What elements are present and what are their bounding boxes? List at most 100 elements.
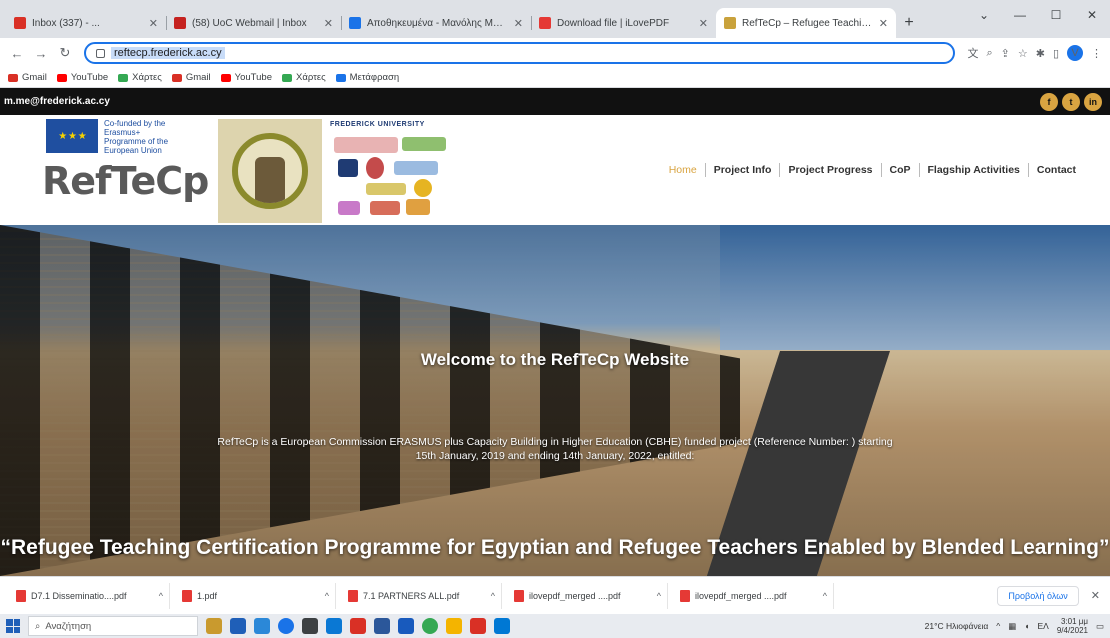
clock-time: 3:01 μμ xyxy=(1060,617,1088,626)
hero-description: RefTeCp is a European Commission ERASMUS… xyxy=(217,436,893,462)
download-filename: ilovepdf_merged ....pdf xyxy=(695,590,787,601)
nav-contact[interactable]: Contact xyxy=(1029,164,1084,176)
ilovepdf-favicon-icon xyxy=(539,17,551,29)
extensions-icon[interactable]: ✱ xyxy=(1036,47,1045,60)
bookmark-youtube[interactable]: YouTube xyxy=(56,72,108,83)
show-all-downloads-button[interactable]: Προβολή όλων xyxy=(997,585,1079,606)
close-tab-icon[interactable]: ✕ xyxy=(149,17,158,30)
bookmark-maps[interactable]: Χάρτες xyxy=(281,72,326,83)
taskbar-app-icon[interactable] xyxy=(494,618,510,634)
chevron-up-icon[interactable]: ^ xyxy=(159,591,163,601)
browser-tab-active[interactable]: RefTeCp – Refugee Teaching Cer... ✕ xyxy=(716,8,896,38)
clock[interactable]: 3:01 μμ 9/4/2021 xyxy=(1057,617,1088,635)
taskbar-app-icon[interactable] xyxy=(206,618,222,634)
edge-icon[interactable] xyxy=(278,618,294,634)
new-tab-button[interactable]: + xyxy=(896,8,922,38)
facebook-icon[interactable]: f xyxy=(1040,92,1058,111)
bookmark-label: Gmail xyxy=(185,72,211,83)
browser-tab[interactable]: Inbox (337) - ... ✕ xyxy=(6,8,166,38)
chevron-up-icon[interactable]: ^ xyxy=(823,591,827,601)
chevron-up-icon[interactable]: ^ xyxy=(325,591,329,601)
linkedin-icon[interactable]: in xyxy=(1084,92,1102,111)
nav-project-progress[interactable]: Project Progress xyxy=(780,164,880,176)
nav-cop[interactable]: CoP xyxy=(882,164,919,176)
address-bar[interactable]: reftecp.frederick.ac.cy xyxy=(84,42,956,64)
zoom-icon[interactable]: ⌕ xyxy=(986,47,992,60)
reload-icon[interactable]: ↻ xyxy=(56,45,74,61)
tab-search-button[interactable]: ⌄ xyxy=(966,0,1002,30)
hero-project-title: “Refugee Teaching Certification Programm… xyxy=(0,536,1110,559)
download-item[interactable]: 1.pdf ^ xyxy=(176,582,336,609)
tray-chevron-icon[interactable]: ^ xyxy=(996,621,1000,631)
reftecp-logo[interactable] xyxy=(218,119,322,223)
back-arrow-icon[interactable]: ← xyxy=(8,46,26,61)
close-tab-icon[interactable]: ✕ xyxy=(699,17,708,30)
eu-cofunded-logo: ★ ★ ★ Co-funded by the Erasmus+ Programm… xyxy=(46,119,184,155)
youtube-icon xyxy=(220,73,231,82)
taskbar-app-icon[interactable] xyxy=(374,618,390,634)
site-brand[interactable]: RefTeCp xyxy=(42,159,209,203)
network-icon[interactable]: ▦ xyxy=(1008,621,1016,632)
chrome-icon[interactable] xyxy=(422,618,438,634)
weather-widget[interactable]: 21°C Ηλιοφάνεια xyxy=(925,621,989,631)
sidepanel-icon[interactable]: ▯ xyxy=(1053,47,1059,60)
notifications-icon[interactable]: ▭ xyxy=(1096,621,1104,632)
bookmark-gmail[interactable]: Gmail xyxy=(171,72,211,83)
address-bar-url[interactable]: reftecp.frederick.ac.cy xyxy=(111,47,225,59)
download-filename: 7.1 PARTNERS ALL.pdf xyxy=(363,590,460,601)
lock-icon[interactable] xyxy=(96,48,105,58)
close-tab-icon[interactable]: ✕ xyxy=(514,17,523,30)
taskbar-app-icon[interactable] xyxy=(302,618,318,634)
download-item[interactable]: ilovepdf_merged ....pdf ^ xyxy=(508,582,668,609)
downloads-bar: D7.1 Disseminatio....pdf ^ 1.pdf ^ 7.1 PAR… xyxy=(0,576,1110,614)
close-window-button[interactable]: ✕ xyxy=(1074,0,1110,30)
close-tab-icon[interactable]: ✕ xyxy=(879,17,888,30)
bookmark-gmail[interactable]: Gmail xyxy=(8,72,47,83)
task-view-icon[interactable] xyxy=(230,618,246,634)
bookmark-translate[interactable]: Μετάφραση xyxy=(335,72,399,83)
browser-tab[interactable]: Αποθηκευμένα - Μανόλης Μάκρα... ✕ xyxy=(341,8,531,38)
close-tab-icon[interactable]: ✕ xyxy=(324,17,333,30)
partner-logo xyxy=(406,199,430,215)
language-indicator[interactable]: ΕΛ xyxy=(1037,621,1048,631)
windows-start-icon[interactable] xyxy=(6,619,20,633)
chevron-up-icon[interactable]: ^ xyxy=(657,591,661,601)
nav-home[interactable]: Home xyxy=(661,164,705,176)
contact-email[interactable]: m.me@frederick.ac.cy xyxy=(4,96,110,107)
close-icon[interactable]: ✕ xyxy=(1091,589,1100,602)
search-icon: ⌕ xyxy=(35,620,41,632)
forward-arrow-icon[interactable]: → xyxy=(32,46,50,61)
tab-label: RefTeCp – Refugee Teaching Cer... xyxy=(742,17,873,29)
word-icon[interactable] xyxy=(398,618,414,634)
bookmark-maps[interactable]: Χάρτες xyxy=(118,72,162,83)
file-explorer-icon[interactable] xyxy=(446,618,462,634)
twitter-icon[interactable]: t xyxy=(1062,92,1080,111)
nav-flagship-activities[interactable]: Flagship Activities xyxy=(920,164,1028,176)
partner-logo xyxy=(338,201,360,215)
browser-tab[interactable]: (58) UoC Webmail | Inbox ✕ xyxy=(166,8,341,38)
volume-icon[interactable]: ◖ xyxy=(1024,621,1029,631)
download-item[interactable]: ilovepdf_merged ....pdf ^ xyxy=(674,582,834,609)
taskbar-app-icon[interactable] xyxy=(254,618,270,634)
minimize-button[interactable]: — xyxy=(1002,0,1038,30)
taskbar-app-icon[interactable] xyxy=(326,618,342,634)
translate-icon[interactable]: 文 xyxy=(967,45,978,61)
bookmark-youtube[interactable]: YouTube xyxy=(220,72,272,83)
share-icon[interactable]: ⇪ xyxy=(1001,47,1010,60)
taskbar-search[interactable]: ⌕ Αναζήτηση xyxy=(28,616,198,636)
chevron-up-icon[interactable]: ^ xyxy=(491,591,495,601)
acrobat-icon[interactable] xyxy=(470,618,486,634)
taskbar-app-icon[interactable] xyxy=(350,618,366,634)
profile-avatar[interactable]: V xyxy=(1067,45,1083,61)
bookmark-star-icon[interactable]: ☆ xyxy=(1018,47,1028,60)
download-item[interactable]: 7.1 PARTNERS ALL.pdf ^ xyxy=(342,582,502,609)
bookmark-label: YouTube xyxy=(234,72,272,83)
download-item[interactable]: D7.1 Disseminatio....pdf ^ xyxy=(10,582,170,609)
nav-project-info[interactable]: Project Info xyxy=(706,164,780,176)
pdf-file-icon xyxy=(16,589,26,602)
gmail-icon xyxy=(171,73,182,82)
maximize-button[interactable]: ☐ xyxy=(1038,0,1074,30)
browser-tab[interactable]: Download file | iLovePDF ✕ xyxy=(531,8,716,38)
menu-kebab-icon[interactable]: ⋮ xyxy=(1091,47,1102,60)
pdf-file-icon xyxy=(680,589,690,602)
